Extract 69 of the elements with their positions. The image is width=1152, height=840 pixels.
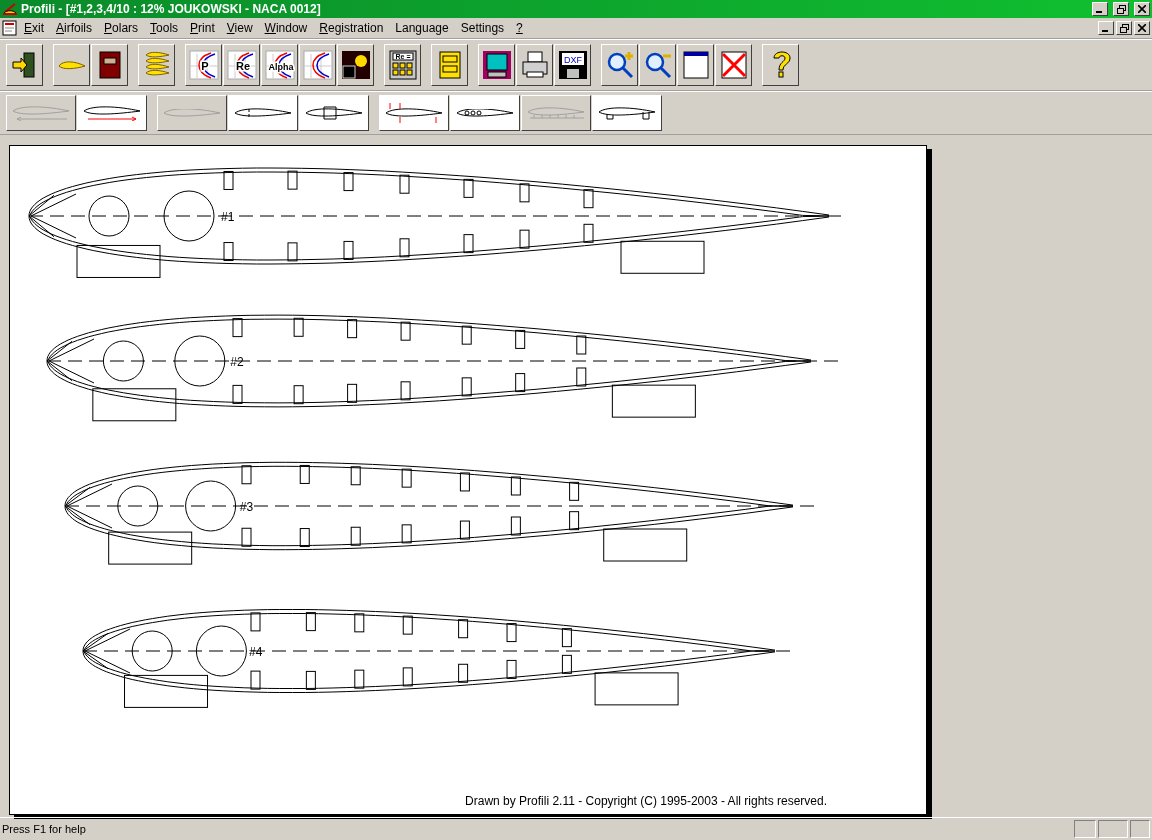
toolbar-button[interactable] xyxy=(601,44,638,86)
panel-chart-icon xyxy=(340,50,371,80)
copyright-text: Drawn by Profili 2.11 - Copyright (C) 1995-2003 - All rights reserved. xyxy=(465,794,827,808)
toolbar-button[interactable] xyxy=(592,95,662,131)
toolbar-button[interactable] xyxy=(138,44,175,86)
menu-item[interactable]: Tools xyxy=(144,21,185,35)
status-panel xyxy=(1130,820,1150,838)
restore-button[interactable] xyxy=(1113,2,1129,16)
airfoil-rib-icon xyxy=(385,102,443,124)
menu-item[interactable]: View xyxy=(220,21,259,35)
airfoil-rib-icon xyxy=(305,106,363,120)
menu-item[interactable]: Window xyxy=(258,21,314,35)
printer-icon xyxy=(519,50,550,80)
airfoil-rib-icon xyxy=(598,106,656,120)
menu-item[interactable]: ? xyxy=(510,21,529,35)
app-icon xyxy=(2,2,18,16)
menu-item[interactable]: Polars xyxy=(98,21,145,35)
menu-item[interactable]: Airfoils xyxy=(50,21,99,35)
monitor-icon xyxy=(481,50,512,80)
menu-item[interactable]: Language xyxy=(389,21,455,35)
toolbar-button[interactable] xyxy=(431,44,468,86)
toolbar-button[interactable] xyxy=(299,95,369,131)
airfoil-rib-icon xyxy=(456,109,514,117)
toolbar-button[interactable] xyxy=(762,44,799,86)
airfoil-rib-icon xyxy=(12,105,70,121)
menu-item[interactable]: Settings xyxy=(454,21,511,35)
toolbar-button[interactable] xyxy=(677,44,714,86)
toolbar-button[interactable] xyxy=(715,44,752,86)
restore-button[interactable] xyxy=(1116,21,1132,35)
airfoil-rib-icon xyxy=(527,107,585,119)
toolbar-button[interactable] xyxy=(379,95,449,131)
status-text: Press F1 for help xyxy=(2,823,87,835)
toolbar-button[interactable] xyxy=(450,95,520,131)
document-icon xyxy=(2,20,18,36)
toolbar-button[interactable] xyxy=(228,95,298,131)
rib-label: #4 xyxy=(249,645,263,659)
status-panel xyxy=(1074,820,1096,838)
menu-item[interactable]: Registration xyxy=(313,21,390,35)
status-panel xyxy=(1098,820,1128,838)
airfoil-rib-icon xyxy=(163,109,221,117)
rib-label: #2 xyxy=(230,355,244,369)
close-icon xyxy=(718,50,749,80)
close-icon xyxy=(1138,5,1146,13)
toolbar-button[interactable]: DXF xyxy=(554,44,591,86)
toolbar-button[interactable] xyxy=(77,95,147,131)
toolbar-button[interactable] xyxy=(91,44,128,86)
toolbar-button[interactable] xyxy=(299,44,336,86)
toolbar-button[interactable] xyxy=(53,44,90,86)
airfoil-icon xyxy=(57,60,86,70)
close-button[interactable] xyxy=(1134,21,1150,35)
toolbar-button[interactable] xyxy=(478,44,515,86)
rib-label: #3 xyxy=(239,500,254,514)
close-icon xyxy=(1138,24,1146,32)
toolbar-button[interactable] xyxy=(6,44,43,86)
menu-item[interactable]: Exit xyxy=(18,21,50,35)
menu-item[interactable]: Print xyxy=(184,21,221,35)
toolbar-button[interactable] xyxy=(639,44,676,86)
toolbar-button[interactable] xyxy=(516,44,553,86)
airfoil-rib-icon xyxy=(83,105,141,121)
close-button[interactable] xyxy=(1134,2,1150,16)
rib-label: #1 xyxy=(221,210,235,224)
minimize-button[interactable] xyxy=(1098,21,1114,35)
toolbar-button[interactable] xyxy=(337,44,374,86)
window-title: Profili - [#1,2,3,4/10 : 12% JOUKOWSKI - NACA 0012] xyxy=(21,2,322,16)
floppy-label: DXF xyxy=(563,55,582,65)
airfoil-rib-icon xyxy=(234,108,292,118)
minimize-button[interactable] xyxy=(1092,2,1108,16)
polar-chart-icon xyxy=(302,50,333,80)
window-icon xyxy=(680,50,711,80)
